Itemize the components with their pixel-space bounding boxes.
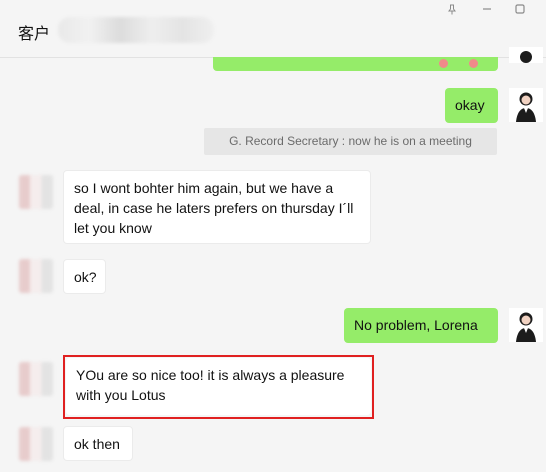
- emoji-icon: [469, 59, 478, 68]
- message-list[interactable]: okay G. Record Secretary : now he is on …: [0, 47, 546, 472]
- outgoing-message[interactable]: okay: [445, 88, 498, 123]
- message-text: ok?: [74, 269, 97, 285]
- partial-outgoing-bubble[interactable]: [213, 57, 498, 71]
- redacted-contact-name: [58, 17, 214, 43]
- contact-avatar[interactable]: [19, 259, 53, 293]
- incoming-message[interactable]: ok then: [63, 426, 133, 461]
- outgoing-message[interactable]: No problem, Lorena: [344, 308, 498, 343]
- message-text: okay: [455, 97, 485, 113]
- self-avatar[interactable]: [509, 308, 543, 342]
- message-text: ok then: [74, 436, 120, 452]
- message-text: No problem, Lorena: [354, 317, 478, 333]
- contact-avatar[interactable]: [19, 175, 53, 209]
- message-text: so I wont bohter him again, but we have …: [74, 180, 354, 236]
- minimize-icon[interactable]: [479, 2, 495, 16]
- self-avatar[interactable]: [509, 88, 543, 122]
- maximize-icon[interactable]: [512, 2, 528, 16]
- incoming-message[interactable]: so I wont bohter him again, but we have …: [63, 170, 371, 244]
- highlight-box: [63, 355, 374, 419]
- incoming-message[interactable]: ok?: [63, 259, 106, 294]
- chat-header: 客户: [0, 0, 546, 58]
- contact-avatar[interactable]: [19, 427, 53, 461]
- self-avatar[interactable]: [509, 47, 543, 63]
- pin-icon[interactable]: [444, 2, 460, 16]
- system-message: G. Record Secretary : now he is on a mee…: [204, 128, 497, 155]
- contact-avatar[interactable]: [19, 362, 53, 396]
- chat-title: 客户: [18, 24, 51, 43]
- emoji-icon: [439, 59, 448, 68]
